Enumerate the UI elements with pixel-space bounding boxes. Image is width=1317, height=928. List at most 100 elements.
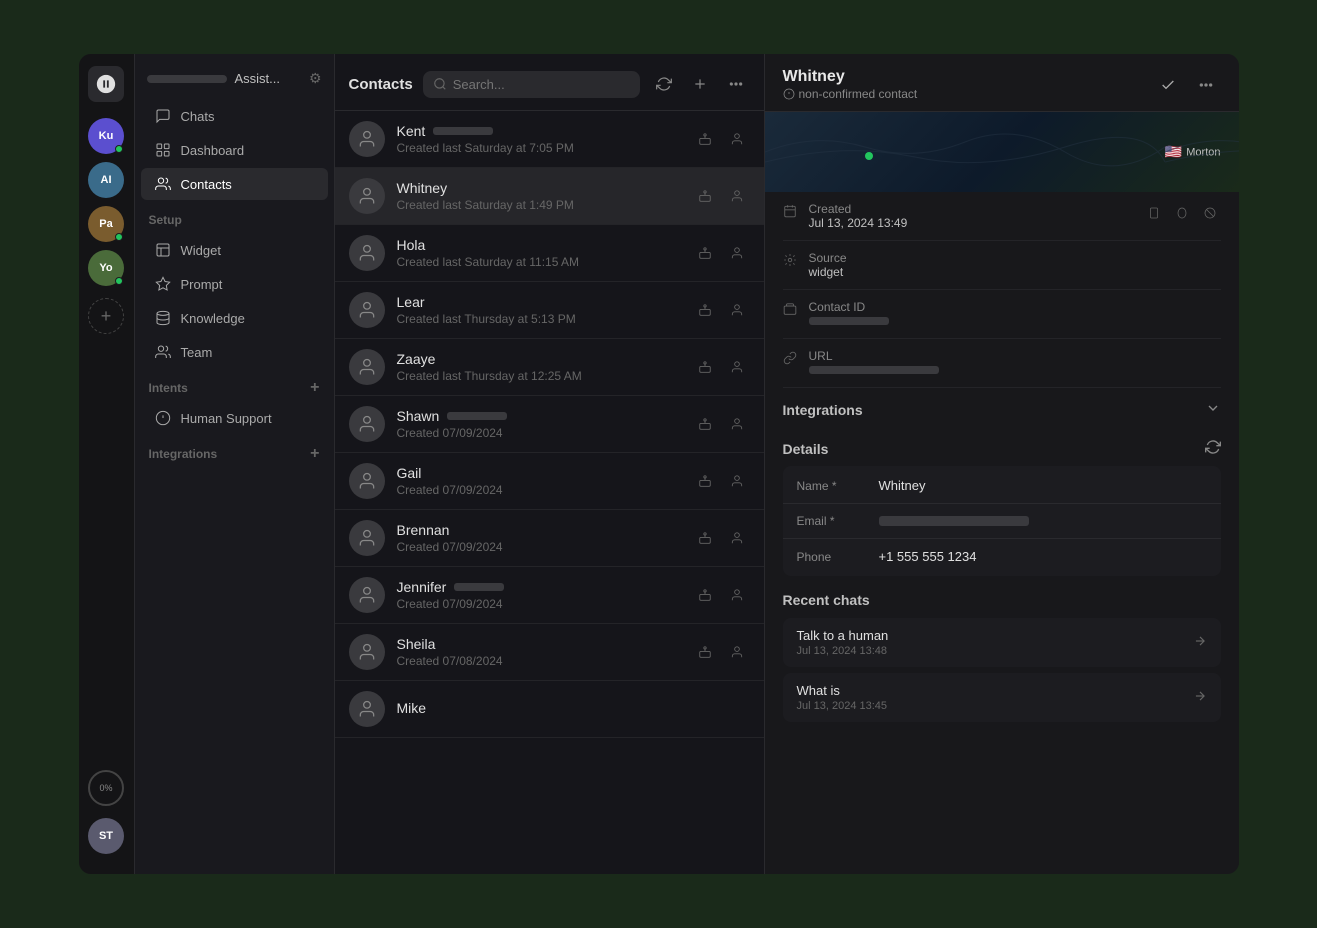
contact-bot-button[interactable] (692, 582, 718, 608)
human-support-icon (155, 410, 171, 426)
assign-user-icon (730, 417, 744, 431)
integrations-section-header: Integrations (783, 388, 1221, 427)
chats-icon (155, 108, 171, 124)
contact-bot-button[interactable] (692, 411, 718, 437)
contact-item-lear[interactable]: Lear Created last Thursday at 5:13 PM (335, 282, 764, 339)
contact-item-sheila[interactable]: Sheila Created 07/08/2024 (335, 624, 764, 681)
contact-actions (692, 582, 750, 608)
contact-item-gail[interactable]: Gail Created 07/09/2024 (335, 453, 764, 510)
settings-icon[interactable]: ⚙ (309, 70, 322, 87)
contact-actions (692, 126, 750, 152)
contact-user-button[interactable] (724, 582, 750, 608)
contact-bot-button[interactable] (692, 354, 718, 380)
user-icon (357, 129, 377, 149)
detail-header: Whitney non-confirmed contact (765, 54, 1239, 112)
source-row: Source widget (783, 241, 1221, 290)
contact-item-hola[interactable]: Hola Created last Saturday at 11:15 AM (335, 225, 764, 282)
contact-item-zaaye[interactable]: Zaaye Created last Thursday at 12:25 AM (335, 339, 764, 396)
dots-icon (728, 76, 744, 92)
contacts-list: Kent Created last Saturday at 7:05 PM (335, 111, 764, 874)
contact-bot-button[interactable] (692, 240, 718, 266)
contact-user-button[interactable] (724, 354, 750, 380)
workspace-avatar-pa[interactable]: Pa (88, 206, 124, 242)
chat-item-1[interactable]: Talk to a human Jul 13, 2024 13:48 (783, 618, 1221, 667)
more-detail-options-button[interactable] (1191, 70, 1221, 100)
contact-user-button[interactable] (724, 126, 750, 152)
contacts-panel: Contacts (335, 54, 765, 874)
chat-item-2[interactable]: What is Jul 13, 2024 13:45 (783, 673, 1221, 722)
contact-name-text: Hola (397, 237, 426, 253)
contact-user-button[interactable] (724, 525, 750, 551)
contact-date: Created 07/09/2024 (397, 540, 680, 554)
add-intent-button[interactable]: + (310, 379, 319, 397)
assign-user-icon (730, 189, 744, 203)
knowledge-icon (155, 310, 171, 326)
contact-item-whitney[interactable]: Whitney Created last Saturday at 1:49 PM (335, 168, 764, 225)
nav-item-widget[interactable]: Widget (141, 234, 328, 266)
nav-item-chats[interactable]: Chats (141, 100, 328, 132)
add-contact-button[interactable] (686, 70, 714, 98)
contact-date: Created 07/09/2024 (397, 483, 680, 497)
chat-item-info-2: What is Jul 13, 2024 13:45 (797, 683, 1193, 712)
nav-item-dashboard[interactable]: Dashboard (141, 134, 328, 166)
search-input[interactable] (453, 77, 630, 92)
add-integration-button[interactable]: + (310, 445, 319, 463)
contact-user-button[interactable] (724, 639, 750, 665)
nav-header: Assist... ⚙ (135, 62, 334, 99)
contact-bot-button[interactable] (692, 639, 718, 665)
contact-info: Sheila Created 07/08/2024 (397, 636, 680, 668)
logo-icon[interactable] (88, 66, 124, 102)
contact-item-kent[interactable]: Kent Created last Saturday at 7:05 PM (335, 111, 764, 168)
search-bar[interactable] (423, 71, 640, 98)
contact-bot-button[interactable] (692, 297, 718, 323)
workspace-avatar-ku[interactable]: Ku (88, 118, 124, 154)
bot-icon (698, 474, 712, 488)
progress-indicator: 0% (88, 770, 124, 806)
details-refresh-button[interactable] (1205, 439, 1221, 458)
contact-user-button[interactable] (724, 240, 750, 266)
integrations-section-title: Integrations (783, 402, 863, 418)
form-row-phone: Phone +1 555 555 1234 (783, 539, 1221, 574)
user-icon (357, 186, 377, 206)
workspace-avatar-ai[interactable]: AI (88, 162, 124, 198)
link-icon (783, 351, 797, 365)
contact-actions (692, 639, 750, 665)
contact-avatar (349, 292, 385, 328)
detail-contact-subtitle: non-confirmed contact (783, 87, 918, 101)
contact-bot-button[interactable] (692, 525, 718, 551)
contact-bot-button[interactable] (692, 468, 718, 494)
nav-item-team[interactable]: Team (141, 336, 328, 368)
nav-item-prompt[interactable]: Prompt (141, 268, 328, 300)
nav-item-contacts[interactable]: Contacts (141, 168, 328, 200)
team-icon (155, 344, 171, 360)
workspace-avatar-yo[interactable]: Yo (88, 250, 124, 286)
assign-user-icon (730, 246, 744, 260)
contact-item-mike[interactable]: Mike (335, 681, 764, 738)
contact-info: Mike (397, 700, 750, 718)
add-workspace-button[interactable]: + (88, 298, 124, 334)
integrations-toggle[interactable] (1205, 400, 1221, 419)
refresh-button[interactable] (650, 70, 678, 98)
chat-item-info: Talk to a human Jul 13, 2024 13:48 (797, 628, 1193, 657)
confirm-contact-button[interactable] (1153, 70, 1183, 100)
map-location-label: 🇺🇸 Morton (1165, 144, 1221, 161)
more-options-button[interactable] (722, 70, 750, 98)
contact-user-button[interactable] (724, 183, 750, 209)
contact-item-shawn[interactable]: Shawn Created 07/09/2024 (335, 396, 764, 453)
user-avatar[interactable]: ST (88, 818, 124, 854)
nav-item-human-support[interactable]: Human Support (141, 402, 328, 434)
contact-user-button[interactable] (724, 411, 750, 437)
contact-item-brennan[interactable]: Brennan Created 07/09/2024 (335, 510, 764, 567)
contact-id-row: Contact ID (783, 290, 1221, 339)
contact-avatar (349, 577, 385, 613)
contact-user-button[interactable] (724, 468, 750, 494)
chat-title-2: What is (797, 683, 1193, 698)
nav-item-knowledge[interactable]: Knowledge (141, 302, 328, 334)
block-icon (1199, 202, 1221, 224)
contact-bot-button[interactable] (692, 126, 718, 152)
contact-user-button[interactable] (724, 297, 750, 323)
contact-bot-button[interactable] (692, 183, 718, 209)
contact-item-jennifer[interactable]: Jennifer Created 07/09/2024 (335, 567, 764, 624)
contact-info: Gail Created 07/09/2024 (397, 465, 680, 497)
contact-info: Lear Created last Thursday at 5:13 PM (397, 294, 680, 326)
